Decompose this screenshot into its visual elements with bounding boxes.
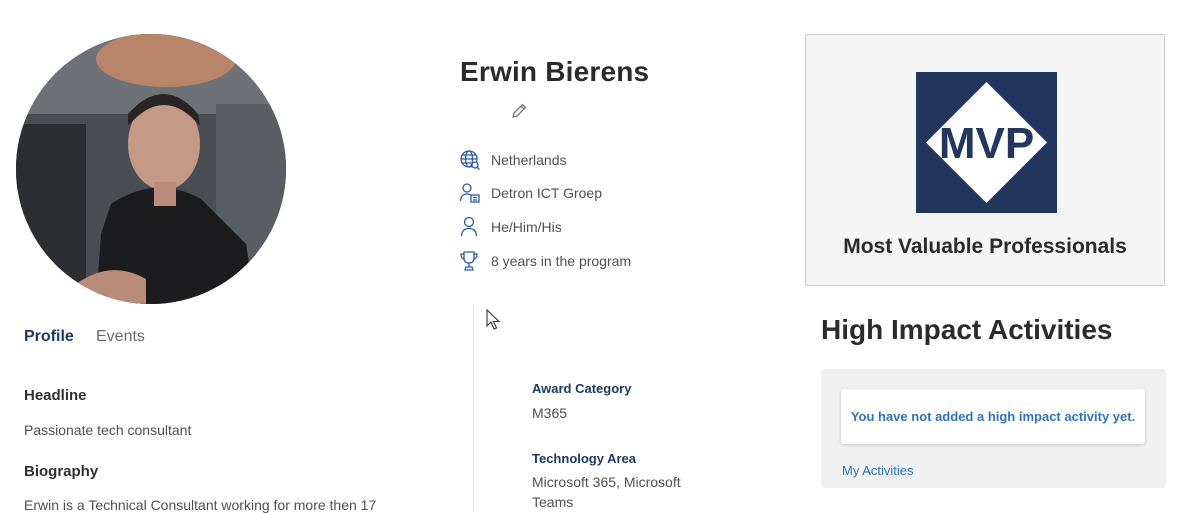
mvp-title: Most Valuable Professionals xyxy=(843,235,1127,258)
detail-country: Netherlands xyxy=(459,149,567,171)
mvp-card: MVP Most Valuable Professionals xyxy=(805,34,1165,286)
detail-company: Detron ICT Groep xyxy=(459,182,602,204)
headline-label: Headline xyxy=(24,387,87,404)
tab-events[interactable]: Events xyxy=(96,328,145,346)
column-divider xyxy=(473,305,474,512)
high-impact-title: High Impact Activities xyxy=(821,314,1113,345)
profile-name: Erwin Bierens xyxy=(460,56,650,87)
technology-area-value: Microsoft 365, Microsoft Teams xyxy=(532,474,681,510)
mouse-cursor-icon xyxy=(486,308,502,331)
empty-state-card: You have not added a high impact activit… xyxy=(841,389,1145,444)
person-building-icon xyxy=(459,182,481,204)
biography-text: Erwin is a Technical Consultant working … xyxy=(24,497,377,513)
award-category-label: Award Category xyxy=(532,381,632,396)
globe-icon xyxy=(459,149,481,171)
program-years-text: 8 years in the program xyxy=(491,253,632,269)
mvp-logo-text: MVP xyxy=(939,119,1034,168)
mvp-logo: MVP xyxy=(916,72,1057,213)
pronouns-text: He/Him/His xyxy=(491,219,562,235)
empty-state-message: You have not added a high impact activit… xyxy=(850,409,1136,424)
person-icon xyxy=(459,216,481,238)
detail-pronouns: He/Him/His xyxy=(459,216,562,238)
headline-text: Passionate tech consultant xyxy=(24,422,192,438)
company-text: Detron ICT Groep xyxy=(491,185,603,201)
biography-label: Biography xyxy=(24,463,99,480)
edit-pencil-icon[interactable] xyxy=(510,102,528,120)
technology-area-label: Technology Area xyxy=(532,451,637,466)
trophy-icon xyxy=(459,250,481,272)
high-impact-panel: You have not added a high impact activit… xyxy=(821,369,1166,488)
my-activities-link[interactable]: My Activities xyxy=(842,463,914,478)
country-text: Netherlands xyxy=(491,152,567,168)
detail-program-years: 8 years in the program xyxy=(459,250,631,272)
award-category-value: M365 xyxy=(532,405,568,421)
profile-avatar xyxy=(16,34,286,304)
tab-profile[interactable]: Profile xyxy=(24,328,74,346)
